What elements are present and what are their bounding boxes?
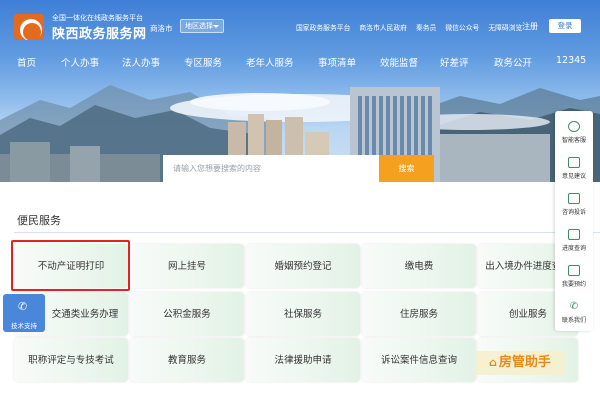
nav-item-rating[interactable]: 好差评 xyxy=(440,55,469,69)
service-card-label: 教育服务 xyxy=(167,354,206,366)
phone-icon: ✆ xyxy=(569,301,579,312)
nav-item-zone[interactable]: 专区服务 xyxy=(184,55,222,69)
service-card-label: 交通类业务办理 xyxy=(51,308,119,320)
top-link-wechat[interactable]: 微信公众号 xyxy=(445,22,479,32)
sidebar-item-progress[interactable]: 进度查询 xyxy=(555,229,593,252)
service-card-litigation[interactable]: 诉讼案件信息查询 xyxy=(362,338,476,382)
region-select-label: 地区选择 xyxy=(185,22,213,30)
right-sidebar: 智能客服 意见建议 咨询投诉 进度查询 我要预约 ✆ 联系我们 xyxy=(555,111,593,331)
service-card-label: 住房服务 xyxy=(399,308,438,320)
service-card-legal-aid[interactable]: 法律援助申请 xyxy=(246,338,360,382)
service-card-marriage[interactable]: 婚姻预约登记 xyxy=(246,244,360,288)
site-subtitle: 全国一体化在线政务服务平台 xyxy=(52,14,143,22)
current-city: 商洛市 xyxy=(150,24,173,33)
section-divider xyxy=(14,232,600,233)
top-links: 国家政务服务平台 商洛市人民政府 秦务员 微信公众号 无障碍浏览 xyxy=(296,22,522,32)
register-link[interactable]: 注册 xyxy=(522,21,538,32)
tech-support-label: 技术支持 xyxy=(11,322,37,330)
site-logo-icon[interactable] xyxy=(14,14,44,40)
nav-item-personal[interactable]: 个人办事 xyxy=(61,55,99,69)
service-card-label: 网上挂号 xyxy=(167,260,206,272)
sidebar-item-complaint[interactable]: 咨询投诉 xyxy=(555,193,593,216)
search-input[interactable]: 请输入您想要搜索的内容 xyxy=(163,155,379,182)
watermark: ⌂ 房管助手 xyxy=(475,351,565,375)
envelope-icon xyxy=(568,193,580,204)
sidebar-item-appointment[interactable]: 我要预约 xyxy=(555,265,593,288)
calendar-icon xyxy=(568,265,580,276)
house-icon: ⌂ xyxy=(489,356,497,369)
sidebar-item-label: 联系我们 xyxy=(561,317,586,324)
service-card-label: 社保服务 xyxy=(283,308,322,320)
service-card-education[interactable]: 教育服务 xyxy=(130,338,244,382)
watermark-text: 房管助手 xyxy=(498,355,551,370)
login-button[interactable]: 登录 xyxy=(549,19,581,33)
top-link-accessibility[interactable]: 无障碍浏览 xyxy=(488,22,522,32)
top-link-qinwuyuan[interactable]: 秦务员 xyxy=(416,22,436,32)
service-card-housing[interactable]: 住房服务 xyxy=(362,292,476,336)
sidebar-item-contact[interactable]: ✆ 联系我们 xyxy=(555,301,593,324)
search-placeholder: 请输入您想要搜索的内容 xyxy=(173,164,261,173)
service-card-electricity[interactable]: 缴电费 xyxy=(362,244,476,288)
nav-item-item-list[interactable]: 事项清单 xyxy=(318,55,356,69)
mail-icon xyxy=(568,157,580,168)
page: 全国一体化在线政务服务平台 陕西政务服务网 商洛市 地区选择 国家政务服务平台 … xyxy=(0,0,600,400)
section-title: 便民服务 xyxy=(17,214,61,227)
tech-support-button[interactable]: ✆ 技术支持 xyxy=(3,294,45,332)
service-card-label: 婚姻预约登记 xyxy=(274,260,332,272)
top-link-city-government[interactable]: 商洛市人民政府 xyxy=(359,22,407,32)
region-select-button[interactable]: 地区选择 xyxy=(180,19,224,33)
top-bar: 全国一体化在线政务服务平台 陕西政务服务网 商洛市 地区选择 国家政务服务平台 … xyxy=(0,0,600,48)
service-card-online-registration[interactable]: 网上挂号 xyxy=(130,244,244,288)
sidebar-item-label: 进度查询 xyxy=(561,245,586,252)
robot-icon xyxy=(568,121,580,132)
search-button[interactable]: 搜索 xyxy=(379,155,434,182)
nav-item-elderly[interactable]: 老年人服务 xyxy=(246,55,294,69)
service-card-label: 法律援助申请 xyxy=(274,354,332,366)
sidebar-item-suggestion[interactable]: 意见建议 xyxy=(555,157,593,180)
nav-item-supervision[interactable]: 效能监督 xyxy=(380,55,418,69)
service-card-label: 诉讼案件信息查询 xyxy=(380,354,457,366)
sidebar-item-label: 智能客服 xyxy=(561,137,586,144)
service-card-label: 职称评定与专技考试 xyxy=(28,354,114,366)
service-card-label: 缴电费 xyxy=(404,260,434,272)
service-card-professional-title[interactable]: 职称评定与专技考试 xyxy=(14,338,128,382)
site-name[interactable]: 陕西政务服务网 xyxy=(52,23,147,42)
phone-icon: ✆ xyxy=(18,300,28,313)
sidebar-item-label: 我要预约 xyxy=(561,281,586,288)
main-nav: 首页 个人办事 法人办事 专区服务 老年人服务 事项清单 效能监督 好差评 政务… xyxy=(0,55,600,71)
chevron-down-icon xyxy=(213,25,219,28)
sidebar-item-smart-service[interactable]: 智能客服 xyxy=(555,121,593,144)
nav-item-12345[interactable]: 12345 xyxy=(556,55,586,66)
sidebar-item-label: 咨询投诉 xyxy=(561,209,586,216)
service-card-social-security[interactable]: 社保服务 xyxy=(246,292,360,336)
nav-item-home[interactable]: 首页 xyxy=(17,55,36,69)
highlight-box xyxy=(11,240,130,291)
service-card-label: 公积金服务 xyxy=(163,308,211,320)
service-card-housing-fund[interactable]: 公积金服务 xyxy=(130,292,244,336)
sidebar-item-label: 意见建议 xyxy=(561,173,586,180)
top-link-national-platform[interactable]: 国家政务服务平台 xyxy=(296,22,350,32)
nav-item-gov-public[interactable]: 政务公开 xyxy=(494,55,532,69)
document-icon xyxy=(568,229,580,240)
header-banner: 全国一体化在线政务服务平台 陕西政务服务网 商洛市 地区选择 国家政务服务平台 … xyxy=(0,0,600,182)
nav-item-corporate[interactable]: 法人办事 xyxy=(122,55,160,69)
